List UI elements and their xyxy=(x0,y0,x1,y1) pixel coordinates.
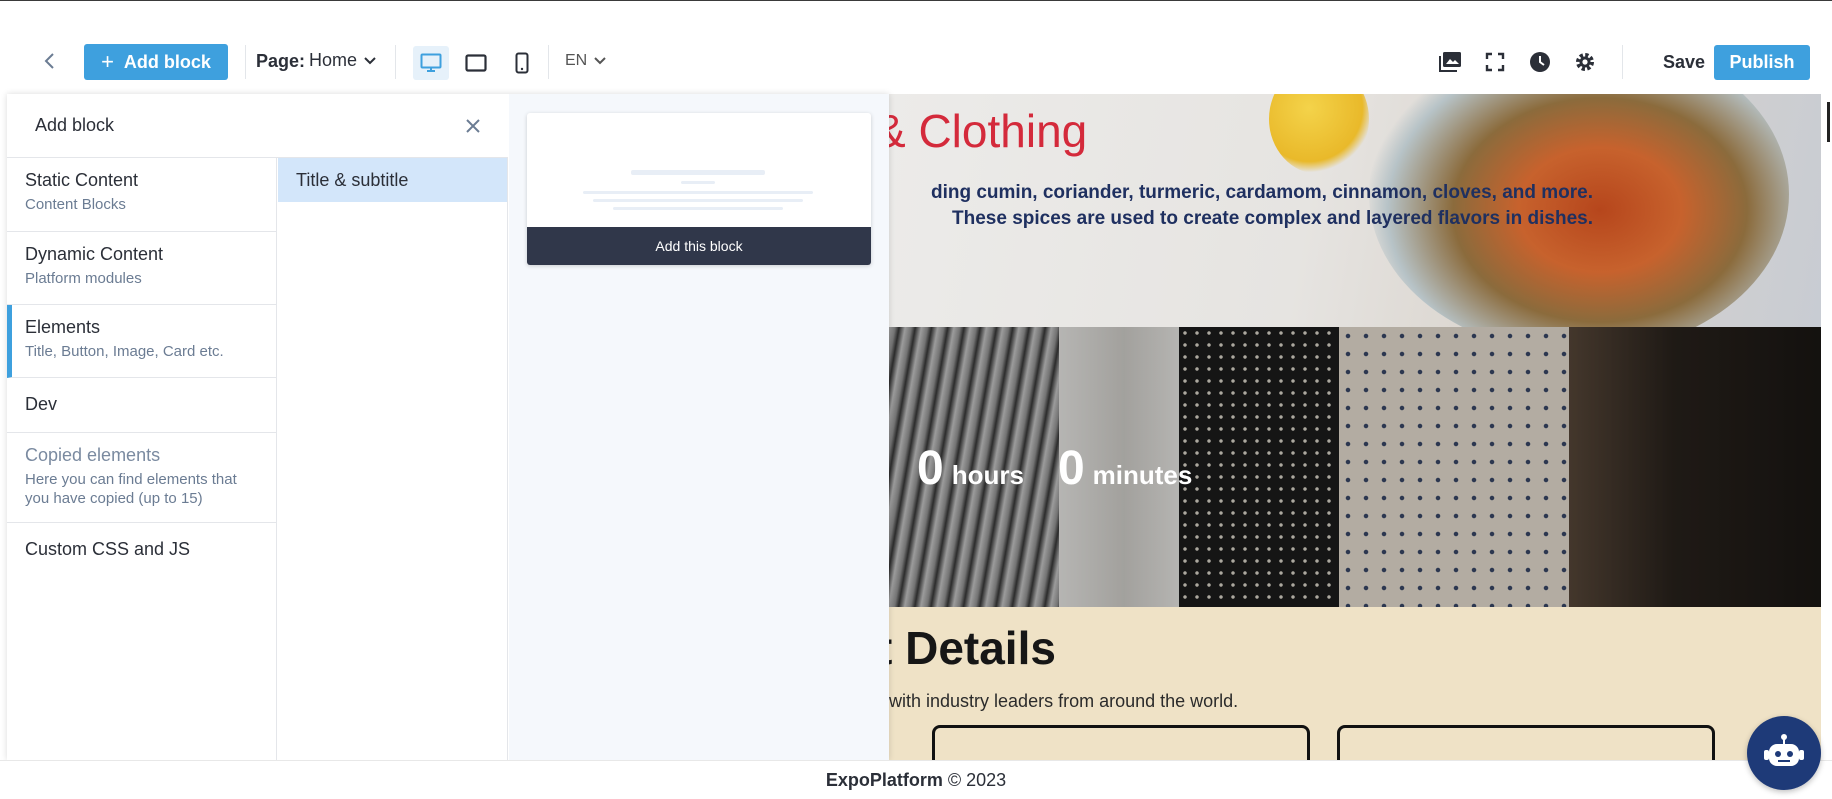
category-name: Dynamic Content xyxy=(25,244,164,264)
settings-button[interactable] xyxy=(1571,48,1599,76)
details-text: with industry leaders from around the wo… xyxy=(889,691,1239,711)
page-footer: ExpoPlatform © 2023 xyxy=(0,760,1832,799)
hero-background-image xyxy=(1269,94,1369,174)
page-select-value: Home xyxy=(309,50,358,70)
tablet-view-button[interactable] xyxy=(458,46,494,80)
countdown-section[interactable]: 0 hours 0 minutes xyxy=(889,327,1821,607)
mobile-view-button[interactable] xyxy=(504,46,540,80)
hero-text: ding cumin, coriander, turmeric, cardamo… xyxy=(930,182,1593,229)
language-select[interactable]: EN xyxy=(565,52,607,70)
category-description: Content Blocks xyxy=(25,196,126,213)
category-name: Dev xyxy=(25,394,58,414)
category-description: Title, Button, Image, Card etc. xyxy=(25,343,224,360)
history-clock-icon xyxy=(1530,52,1550,72)
toolbar-divider xyxy=(548,45,549,79)
publish-button[interactable]: Publish xyxy=(1714,45,1810,80)
details-section[interactable]: t Details with industry leaders from aro… xyxy=(889,607,1821,760)
details-card[interactable] xyxy=(932,725,1310,760)
chevron-down-icon xyxy=(594,57,606,65)
category-elements[interactable]: Elements Title, Button, Image, Card etc. xyxy=(7,305,276,378)
editor-toolbar: + Add block Page: Home EN Save Publish xyxy=(0,1,1832,93)
close-icon[interactable] xyxy=(461,114,485,138)
language-value: EN xyxy=(565,52,588,69)
countdown-unit: hours xyxy=(951,460,1024,490)
media-gallery-button[interactable] xyxy=(1436,48,1464,76)
footer-brand: ExpoPlatform xyxy=(825,770,943,790)
desktop-view-button[interactable] xyxy=(413,46,449,80)
save-button[interactable]: Save xyxy=(1644,44,1724,80)
category-name: Custom CSS and JS xyxy=(25,539,191,559)
block-preview-area: Add this block xyxy=(509,94,889,760)
footer-text: ExpoPlatform © 2023 xyxy=(0,770,1832,791)
category-custom-css-js[interactable]: Custom CSS and JS xyxy=(7,523,276,579)
chatbot-button[interactable] xyxy=(1747,716,1821,790)
countdown-hours: 0 hours xyxy=(917,441,1024,496)
back-arrow-icon[interactable] xyxy=(38,49,62,73)
history-button[interactable] xyxy=(1526,48,1554,76)
toolbar-divider xyxy=(1622,45,1623,79)
category-dev[interactable]: Dev xyxy=(7,378,276,433)
preview-scrollbar[interactable] xyxy=(1827,102,1830,142)
add-block-label: Add block xyxy=(123,51,211,72)
panel-title: Add block xyxy=(35,115,115,135)
toolbar-divider xyxy=(245,45,246,79)
robot-icon xyxy=(1764,734,1804,766)
preview-scrollbar-track xyxy=(1826,94,1832,760)
template-thumbnail xyxy=(583,191,813,194)
footer-copyright: © 2023 xyxy=(947,770,1007,790)
category-dynamic-content[interactable]: Dynamic Content Platform modules xyxy=(7,232,276,305)
countdown-unit: minutes xyxy=(1092,460,1193,490)
panel-header: Add block xyxy=(7,94,508,158)
category-name: Copied elements xyxy=(25,445,161,465)
plus-icon: + xyxy=(101,49,114,74)
countdown-value: 0 xyxy=(1057,442,1085,495)
block-category-list: Static Content Content Blocks Dynamic Co… xyxy=(7,158,277,760)
subcategory-title-subtitle[interactable]: Title & subtitle xyxy=(278,158,507,202)
add-block-button[interactable]: + Add block xyxy=(84,44,228,80)
template-thumbnail xyxy=(681,181,715,184)
countdown-timer: 0 hours 0 minutes xyxy=(917,441,1192,496)
fullscreen-button[interactable] xyxy=(1481,48,1509,76)
page-preview-canvas[interactable]: & Clothing ding cumin, coriander, turmer… xyxy=(889,94,1821,760)
chevron-down-icon xyxy=(364,56,376,64)
block-template-card[interactable]: Add this block xyxy=(527,113,871,265)
image-gallery-icon xyxy=(1439,52,1461,72)
template-thumbnail xyxy=(593,199,803,202)
add-this-block-button[interactable]: Add this block xyxy=(527,227,871,265)
tablet-icon xyxy=(465,54,487,72)
block-subcategory-list: Title & subtitle xyxy=(278,158,508,760)
countdown-minutes: 0 minutes xyxy=(1058,441,1192,496)
hero-section[interactable]: & Clothing ding cumin, coriander, turmer… xyxy=(889,94,1821,327)
fullscreen-icon xyxy=(1485,52,1505,72)
category-static-content[interactable]: Static Content Content Blocks xyxy=(7,158,276,232)
countdown-value: 0 xyxy=(917,442,944,495)
category-name: Static Content xyxy=(25,170,139,190)
template-thumbnail xyxy=(613,207,783,210)
category-copied-elements[interactable]: Copied elements Here you can find elemen… xyxy=(7,433,276,523)
toolbar-divider xyxy=(395,45,396,79)
add-block-panel: Add block Static Content Content Blocks … xyxy=(7,94,889,760)
details-card[interactable] xyxy=(1337,725,1715,760)
mobile-icon xyxy=(515,52,529,74)
template-thumbnail xyxy=(631,170,765,175)
settings-gear-icon xyxy=(1576,53,1594,71)
category-name: Elements xyxy=(25,317,101,337)
page-select[interactable]: Home xyxy=(309,50,377,71)
page-label: Page: xyxy=(256,51,306,71)
desktop-icon xyxy=(420,53,442,72)
hero-title: & Clothing xyxy=(889,105,1088,157)
category-description: Here you can find elements that you have… xyxy=(25,471,237,507)
category-description: Platform modules xyxy=(25,270,142,287)
details-title: t Details xyxy=(889,622,1056,674)
